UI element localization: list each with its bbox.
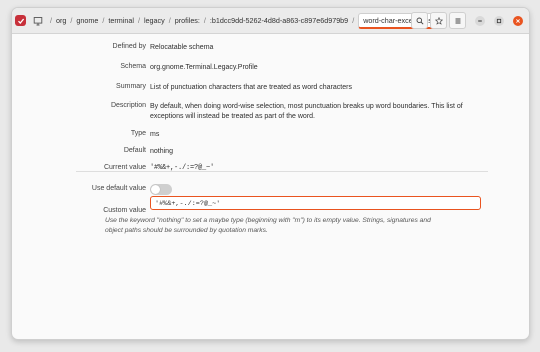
defined-by-label: Defined by <box>112 43 146 50</box>
divider <box>76 171 488 172</box>
current-value-value: '#%&+,-./:=?@_~' <box>150 164 215 172</box>
breadcrumb-org[interactable]: org <box>56 14 66 27</box>
search-icon <box>416 17 424 25</box>
summary-value: List of punctuation characters that are … <box>150 84 352 91</box>
breadcrumb-profiles[interactable]: profiles: <box>175 14 200 27</box>
minimize-button[interactable] <box>475 15 485 26</box>
help-text: Use the keyword "nothing" to set a maybe… <box>105 217 431 234</box>
maximize-icon <box>496 18 502 23</box>
maximize-button[interactable] <box>494 15 504 26</box>
breadcrumb-terminal[interactable]: terminal <box>108 14 134 27</box>
schema-value: org.gnome.Terminal.Legacy.Profile <box>150 64 258 71</box>
breadcrumb: / org / gnome / terminal / legacy / prof… <box>46 12 437 29</box>
type-value: ms <box>150 131 160 138</box>
hamburger-icon <box>455 18 460 23</box>
app-icon <box>15 15 26 26</box>
breadcrumb-separator: / <box>137 16 140 25</box>
custom-value-input[interactable]: '#%&+,-./:=?@_~' <box>150 196 481 210</box>
header-buttons <box>409 12 523 29</box>
menu-button[interactable] <box>449 12 466 29</box>
type-label: Type <box>130 130 146 137</box>
bookmark-button[interactable] <box>430 12 447 29</box>
use-default-label: Use default value <box>91 185 146 192</box>
search-button[interactable] <box>411 12 428 29</box>
current-value-label: Current value <box>103 164 146 171</box>
home-icon[interactable] <box>32 15 44 27</box>
schema-label: Schema <box>120 63 146 70</box>
breadcrumb-separator: / <box>168 16 171 25</box>
breadcrumb-separator: / <box>352 16 355 25</box>
use-default-toggle[interactable] <box>150 184 172 195</box>
description-value: By default, when doing word-wise selecti… <box>150 103 463 120</box>
breadcrumb-legacy[interactable]: legacy <box>144 14 165 27</box>
defined-by-value: Relocatable schema <box>150 44 214 51</box>
window: / org / gnome / terminal / legacy / prof… <box>11 7 530 340</box>
default-value: nothing <box>150 148 173 155</box>
toggle-knob <box>151 185 160 194</box>
header-bar: / org / gnome / terminal / legacy / prof… <box>12 8 529 34</box>
breadcrumb-gnome[interactable]: gnome <box>76 14 98 27</box>
minimize-icon <box>478 20 482 21</box>
custom-value-label: Custom value <box>103 207 146 214</box>
breadcrumb-separator: / <box>70 16 73 25</box>
close-button[interactable] <box>513 15 523 26</box>
breadcrumb-separator: / <box>102 16 105 25</box>
breadcrumb-separator: / <box>50 16 52 25</box>
star-icon <box>434 16 443 25</box>
default-label: Default <box>123 147 146 154</box>
key-details: Defined by Relocatable schema Schema org… <box>12 34 529 339</box>
breadcrumb-profile-id[interactable]: :b1dcc9dd-5262-4d8d-a863-c897e6d979b9 <box>210 14 348 27</box>
breadcrumb-separator: / <box>203 16 206 25</box>
summary-label: Summary <box>116 83 146 90</box>
description-label: Description <box>110 102 146 109</box>
close-icon <box>516 18 520 23</box>
